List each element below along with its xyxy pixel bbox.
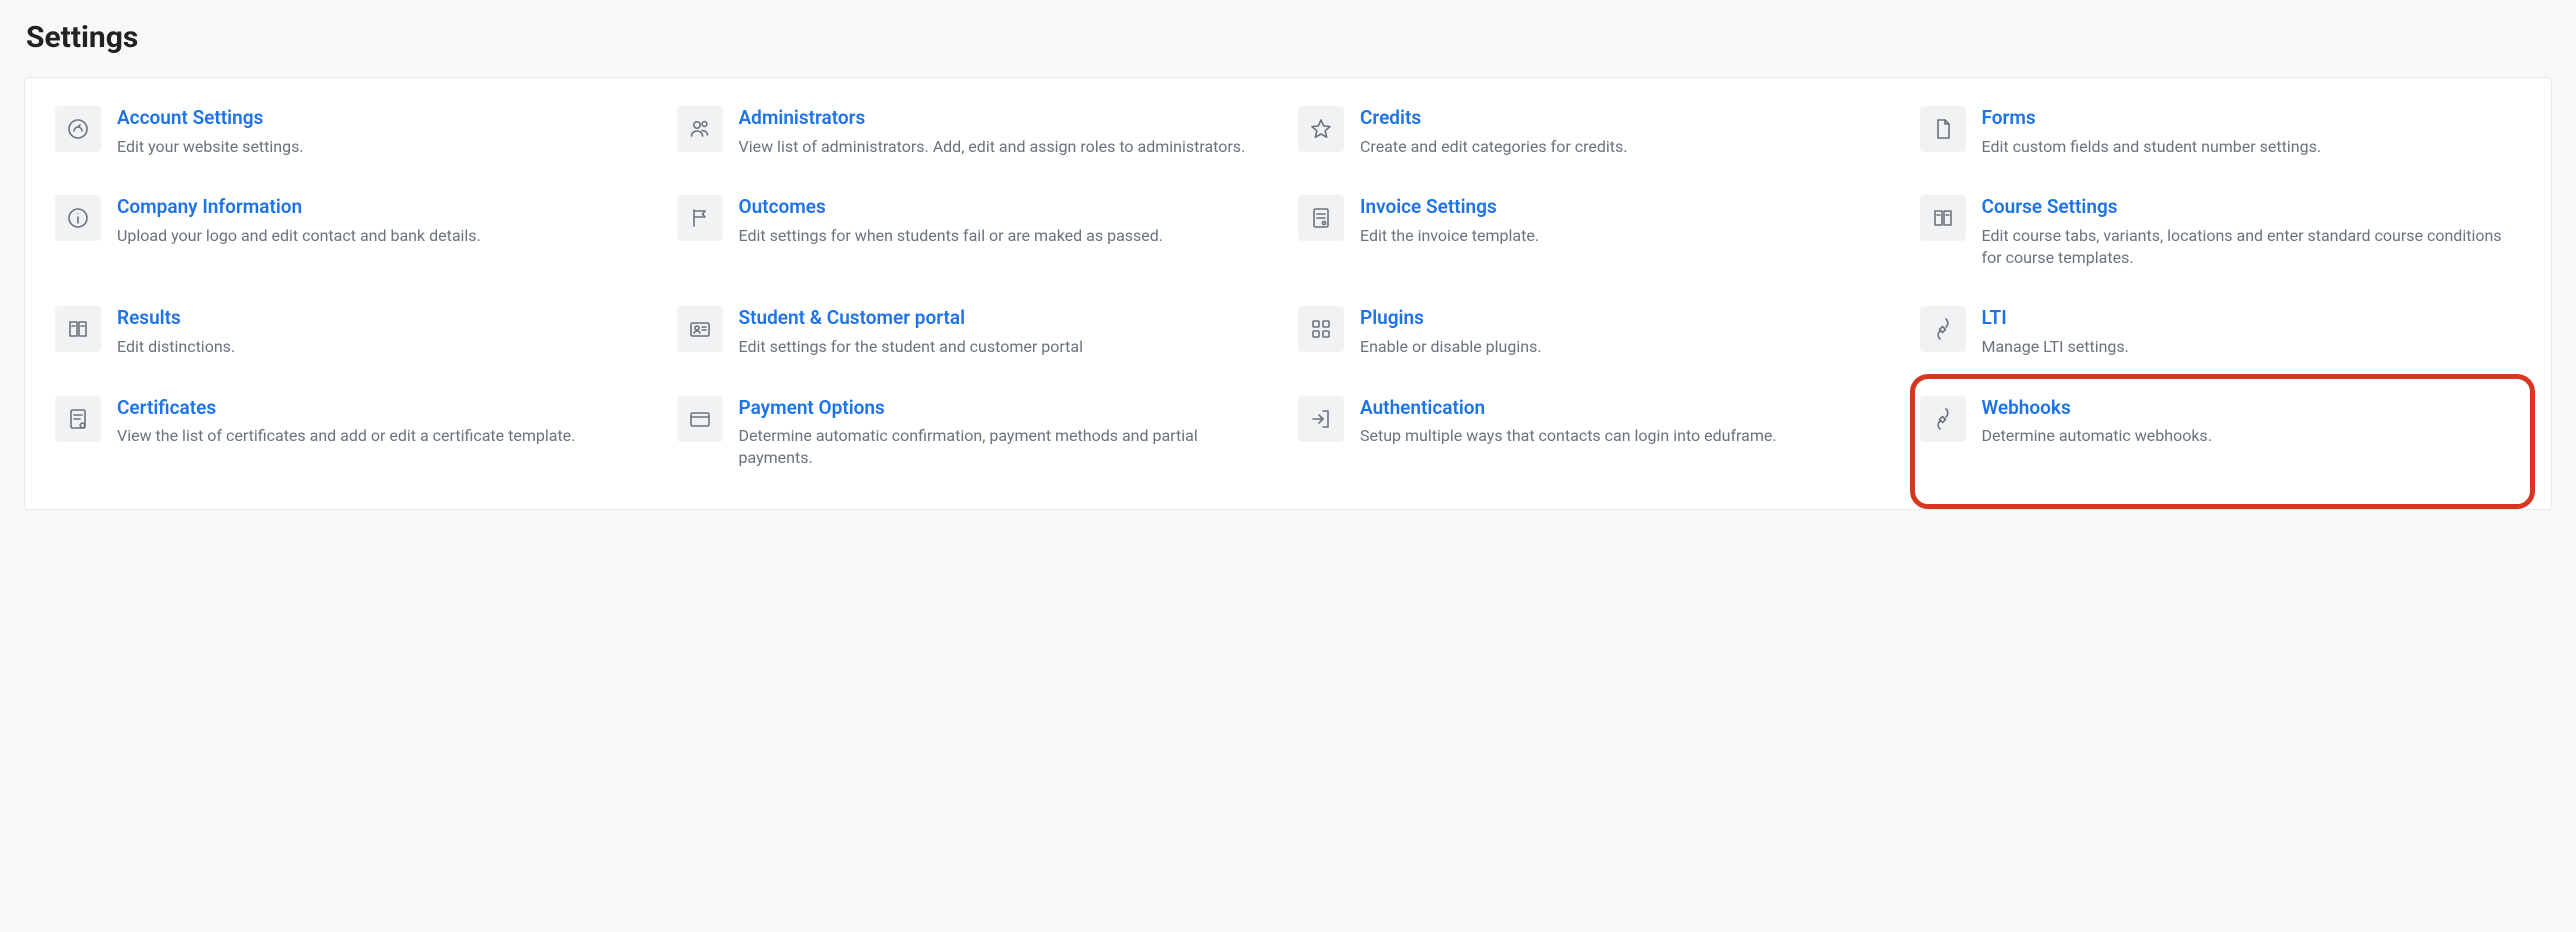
tile-description: Determine automatic webhooks. — [1982, 425, 2516, 447]
settings-tile-outcomes[interactable]: Outcomes Edit settings for when students … — [677, 195, 1279, 268]
page-title: Settings — [26, 20, 2552, 55]
tile-text: Outcomes Edit settings for when students … — [739, 195, 1279, 246]
tile-title[interactable]: Student & Customer portal — [739, 306, 1273, 330]
settings-tile-plugins[interactable]: Plugins Enable or disable plugins. — [1298, 306, 1900, 357]
tile-description: Create and edit categories for credits. — [1360, 136, 1894, 158]
tile-description: Manage LTI settings. — [1982, 336, 2516, 358]
tile-title[interactable]: Invoice Settings — [1360, 195, 1894, 219]
tile-title[interactable]: Payment Options — [739, 396, 1273, 420]
tile-description: Edit distinctions. — [117, 336, 651, 358]
grid-icon — [1298, 306, 1344, 352]
tile-title[interactable]: LTI — [1982, 306, 2516, 330]
tile-description: View the list of certificates and add or… — [117, 425, 651, 447]
plug-icon — [1920, 396, 1966, 442]
settings-tile-invoice-settings[interactable]: Invoice Settings Edit the invoice templat… — [1298, 195, 1900, 268]
settings-panel: Account Settings Edit your website settin… — [24, 77, 2552, 510]
tile-title[interactable]: Results — [117, 306, 651, 330]
settings-tile-authentication[interactable]: Authentication Setup multiple ways that c… — [1298, 396, 1900, 469]
file-icon — [1920, 106, 1966, 152]
tile-text: Credits Create and edit categories for cr… — [1360, 106, 1900, 157]
tile-description: Enable or disable plugins. — [1360, 336, 1894, 358]
settings-tile-credits[interactable]: Credits Create and edit categories for cr… — [1298, 106, 1900, 157]
tile-text: Plugins Enable or disable plugins. — [1360, 306, 1900, 357]
tile-text: Authentication Setup multiple ways that c… — [1360, 396, 1900, 447]
tile-description: Setup multiple ways that contacts can lo… — [1360, 425, 1894, 447]
star-icon — [1298, 106, 1344, 152]
tile-description: View list of administrators. Add, edit a… — [739, 136, 1273, 158]
tile-title[interactable]: Webhooks — [1982, 396, 2516, 420]
settings-tile-webhooks[interactable]: Webhooks Determine automatic webhooks. — [1920, 396, 2522, 469]
tile-text: Invoice Settings Edit the invoice templat… — [1360, 195, 1900, 246]
tile-text: Payment Options Determine automatic confi… — [739, 396, 1279, 469]
tile-title[interactable]: Company Information — [117, 195, 651, 219]
login-icon — [1298, 396, 1344, 442]
gauge-icon — [55, 106, 101, 152]
tile-title[interactable]: Outcomes — [739, 195, 1273, 219]
idcard-icon — [677, 306, 723, 352]
book-icon — [1920, 195, 1966, 241]
tile-text: Account Settings Edit your website settin… — [117, 106, 657, 157]
tile-description: Edit custom fields and student number se… — [1982, 136, 2516, 158]
cert-icon — [55, 396, 101, 442]
tile-title[interactable]: Course Settings — [1982, 195, 2516, 219]
book-icon — [55, 306, 101, 352]
settings-tile-forms[interactable]: Forms Edit custom fields and student numb… — [1920, 106, 2522, 157]
tile-title[interactable]: Forms — [1982, 106, 2516, 130]
tile-text: Certificates View the list of certificate… — [117, 396, 657, 447]
tile-description: Edit the invoice template. — [1360, 225, 1894, 247]
tile-title[interactable]: Credits — [1360, 106, 1894, 130]
tile-description: Upload your logo and edit contact and ba… — [117, 225, 651, 247]
tile-title[interactable]: Plugins — [1360, 306, 1894, 330]
tile-text: Webhooks Determine automatic webhooks. — [1982, 396, 2522, 447]
tile-description: Edit settings for when students fail or … — [739, 225, 1273, 247]
settings-tile-account-settings[interactable]: Account Settings Edit your website settin… — [55, 106, 657, 157]
settings-tile-results[interactable]: Results Edit distinctions. — [55, 306, 657, 357]
tile-text: Results Edit distinctions. — [117, 306, 657, 357]
tile-title[interactable]: Account Settings — [117, 106, 651, 130]
flag-icon — [677, 195, 723, 241]
tile-text: LTI Manage LTI settings. — [1982, 306, 2522, 357]
settings-tile-course-settings[interactable]: Course Settings Edit course tabs, variant… — [1920, 195, 2522, 268]
settings-grid: Account Settings Edit your website settin… — [55, 106, 2521, 469]
tile-text: Administrators View list of administrator… — [739, 106, 1279, 157]
settings-tile-administrators[interactable]: Administrators View list of administrator… — [677, 106, 1279, 157]
settings-tile-payment-options[interactable]: Payment Options Determine automatic confi… — [677, 396, 1279, 469]
users-icon — [677, 106, 723, 152]
info-icon — [55, 195, 101, 241]
card-icon — [677, 396, 723, 442]
tile-text: Course Settings Edit course tabs, variant… — [1982, 195, 2522, 268]
tile-title[interactable]: Administrators — [739, 106, 1273, 130]
tile-description: Edit settings for the student and custom… — [739, 336, 1273, 358]
tile-title[interactable]: Authentication — [1360, 396, 1894, 420]
tile-text: Forms Edit custom fields and student numb… — [1982, 106, 2522, 157]
plug-icon — [1920, 306, 1966, 352]
invoice-icon — [1298, 195, 1344, 241]
tile-description: Edit your website settings. — [117, 136, 651, 158]
settings-tile-company-information[interactable]: Company Information Upload your logo and … — [55, 195, 657, 268]
tile-text: Student & Customer portal Edit settings f… — [739, 306, 1279, 357]
settings-tile-certificates[interactable]: Certificates View the list of certificate… — [55, 396, 657, 469]
tile-text: Company Information Upload your logo and … — [117, 195, 657, 246]
tile-description: Determine automatic confirmation, paymen… — [739, 425, 1273, 468]
settings-tile-lti[interactable]: LTI Manage LTI settings. — [1920, 306, 2522, 357]
tile-description: Edit course tabs, variants, locations an… — [1982, 225, 2516, 268]
settings-tile-student-customer-portal[interactable]: Student & Customer portal Edit settings f… — [677, 306, 1279, 357]
tile-title[interactable]: Certificates — [117, 396, 651, 420]
